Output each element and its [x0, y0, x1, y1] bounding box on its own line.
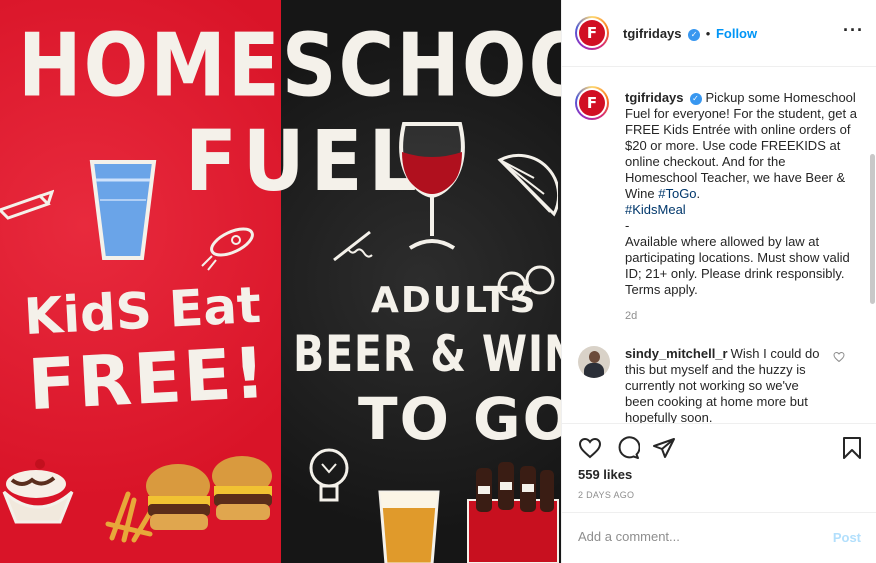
headline-homeschool: HOMESCHOOL: [18, 14, 561, 117]
lightbulb-illustration: [309, 448, 349, 502]
verified-badge-icon: ✓: [688, 28, 701, 41]
comment-like-heart-icon[interactable]: [833, 351, 845, 363]
post-image[interactable]: HOMESCHOOL FUEL: [0, 0, 561, 563]
comments-scrollbar[interactable]: [870, 154, 875, 304]
post-caption: tgifridays ✓ Pickup some Homeschool Fuel f…: [625, 90, 857, 298]
beer-glass-illustration: [378, 490, 440, 563]
hashtag-link[interactable]: #KidsMeal: [625, 202, 686, 217]
commenter-avatar[interactable]: [578, 346, 610, 378]
hashtag-link[interactable]: #ToGo: [658, 186, 696, 201]
drink-cup-illustration: [89, 160, 157, 260]
lemon-slice-illustration: [497, 153, 558, 217]
post-comment-button[interactable]: Post: [833, 530, 861, 545]
caption-timestamp[interactable]: 2d: [625, 310, 637, 322]
header-avatar[interactable]: F: [575, 16, 609, 50]
share-icon[interactable]: [652, 436, 676, 460]
post-details-panel: F tgifridays ✓ • Follow ··· F tgifridays…: [561, 0, 876, 563]
sundae-illustration: [2, 459, 74, 524]
wine-glass-illustration: [399, 122, 465, 250]
to-go-text: TO GO: [358, 385, 561, 453]
comment-input[interactable]: [578, 529, 818, 544]
headline-fuel: FUEL: [185, 112, 423, 210]
heart-icon[interactable]: [578, 436, 602, 460]
free-text: FREE!: [26, 331, 270, 427]
more-options-icon[interactable]: ···: [843, 21, 863, 42]
rocket-illustration: [201, 227, 254, 271]
post-date[interactable]: 2 DAYS AGO: [578, 490, 634, 500]
comment-icon[interactable]: [616, 436, 640, 460]
adults-text: ADULTS: [371, 280, 538, 321]
post-actions: 559 likes 2 DAYS AGO: [562, 423, 876, 520]
caption-text: -: [625, 218, 630, 233]
beer-six-pack-illustration: [467, 462, 559, 563]
caption-text: Pickup some Homeschool Fuel for everyone…: [625, 90, 857, 201]
header-username[interactable]: tgifridays: [623, 26, 682, 41]
pencil-illustration: [0, 189, 54, 220]
tgif-logo-icon: F: [579, 90, 605, 116]
comment-item: sindy_mitchell_r Wish I could do this but…: [625, 346, 825, 423]
follow-button[interactable]: Follow: [716, 26, 757, 41]
comment-username[interactable]: sindy_mitchell_r: [625, 346, 728, 361]
tgif-logo-icon: F: [579, 20, 605, 46]
post-header: F tgifridays ✓ • Follow ···: [562, 0, 876, 67]
comments-section[interactable]: F tgifridays ✓ Pickup some Homeschool Fuel…: [562, 68, 876, 423]
add-comment-bar: Post: [562, 512, 876, 563]
caption-text: Available where allowed by law at partic…: [625, 234, 850, 297]
sliders-illustration: [146, 456, 272, 530]
caption-username[interactable]: tgifridays: [625, 90, 684, 105]
corkscrew-illustration: [333, 230, 373, 262]
header-user-row: tgifridays ✓ • Follow: [623, 26, 757, 41]
header-separator: •: [705, 26, 711, 41]
bookmark-icon[interactable]: [840, 436, 864, 460]
caption-avatar[interactable]: F: [575, 86, 609, 120]
caption-text: .: [696, 186, 701, 201]
beer-wine-text: BEER & WINE: [293, 325, 561, 383]
verified-badge-icon: ✓: [689, 92, 702, 105]
likes-count[interactable]: 559 likes: [578, 467, 632, 482]
